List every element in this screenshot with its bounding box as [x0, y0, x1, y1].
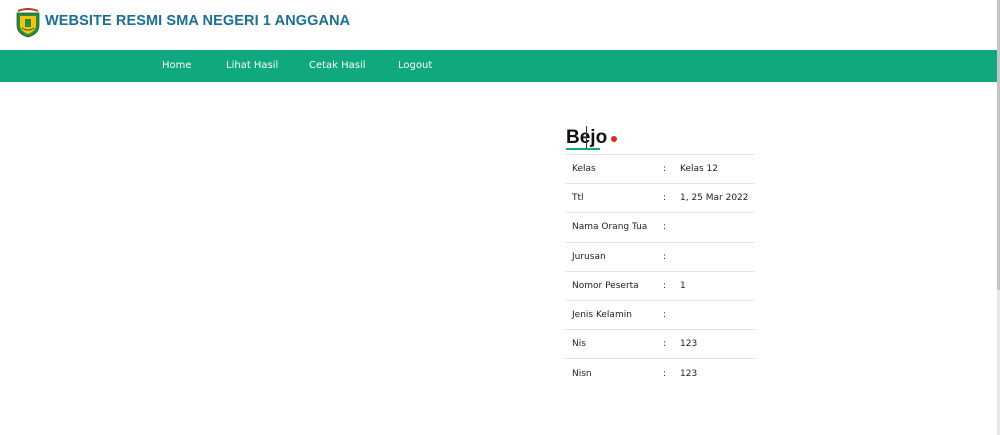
field-separator: : — [663, 280, 667, 291]
field-value: Kelas 12 — [680, 164, 719, 175]
field-label: Jenis Kelamin — [572, 310, 632, 321]
field-separator: : — [663, 251, 667, 262]
status-dot-icon — [611, 136, 617, 142]
school-emblem-icon[interactable] — [15, 6, 41, 38]
field-label: Nama Orang Tua — [572, 222, 648, 233]
table-row: Nama Orang Tua : — [565, 212, 755, 242]
field-separator: : — [663, 339, 667, 350]
text-cursor — [586, 126, 587, 150]
field-separator: : — [663, 164, 667, 175]
table-row: Jenis Kelamin : — [565, 300, 755, 329]
site-header: WEBSITE RESMI SMA NEGERI 1 ANGGANA — [0, 0, 997, 50]
field-separator: : — [663, 193, 667, 204]
nav-lihat-hasil[interactable]: Lihat Hasil — [226, 50, 278, 82]
profile-header: Bejo — [565, 125, 755, 153]
field-label: Nisn — [572, 368, 592, 379]
field-value: 1 — [680, 280, 686, 291]
table-row: Jurusan : — [565, 242, 755, 271]
student-profile-card: Bejo Kelas : Kelas 12 Ttl : 1, 25 Mar 20… — [565, 125, 755, 388]
field-value — [680, 300, 755, 329]
field-label: Ttl — [572, 193, 584, 204]
nav-logout[interactable]: Logout — [398, 50, 432, 82]
field-value: 123 — [680, 368, 698, 379]
nav-home[interactable]: Home — [162, 50, 192, 82]
field-label: Nomor Peserta — [572, 280, 639, 291]
field-value: 123 — [680, 339, 698, 350]
main-navbar: Home Lihat Hasil Cetak Hasil Logout — [0, 50, 997, 82]
name-underline — [566, 148, 600, 150]
table-row: Kelas : Kelas 12 — [565, 154, 755, 184]
field-label: Jurusan — [572, 251, 606, 262]
nav-cetak-hasil[interactable]: Cetak Hasil — [309, 50, 366, 82]
field-label: Nis — [572, 339, 586, 350]
table-row: Nis : 123 — [565, 329, 755, 359]
site-title[interactable]: WEBSITE RESMI SMA NEGERI 1 ANGGANA — [45, 13, 350, 29]
field-separator: : — [663, 222, 667, 233]
table-row: Nomor Peserta : 1 — [565, 271, 755, 300]
field-value: 1, 25 Mar 2022 — [680, 193, 749, 204]
table-row: Ttl : 1, 25 Mar 2022 — [565, 183, 755, 213]
field-label: Kelas — [572, 164, 596, 175]
field-value — [680, 213, 755, 242]
field-separator: : — [663, 368, 667, 379]
table-row: Nisn : 123 — [565, 358, 755, 388]
field-separator: : — [663, 310, 667, 321]
field-value — [680, 242, 755, 271]
student-info-table: Kelas : Kelas 12 Ttl : 1, 25 Mar 2022 Na… — [565, 154, 755, 388]
